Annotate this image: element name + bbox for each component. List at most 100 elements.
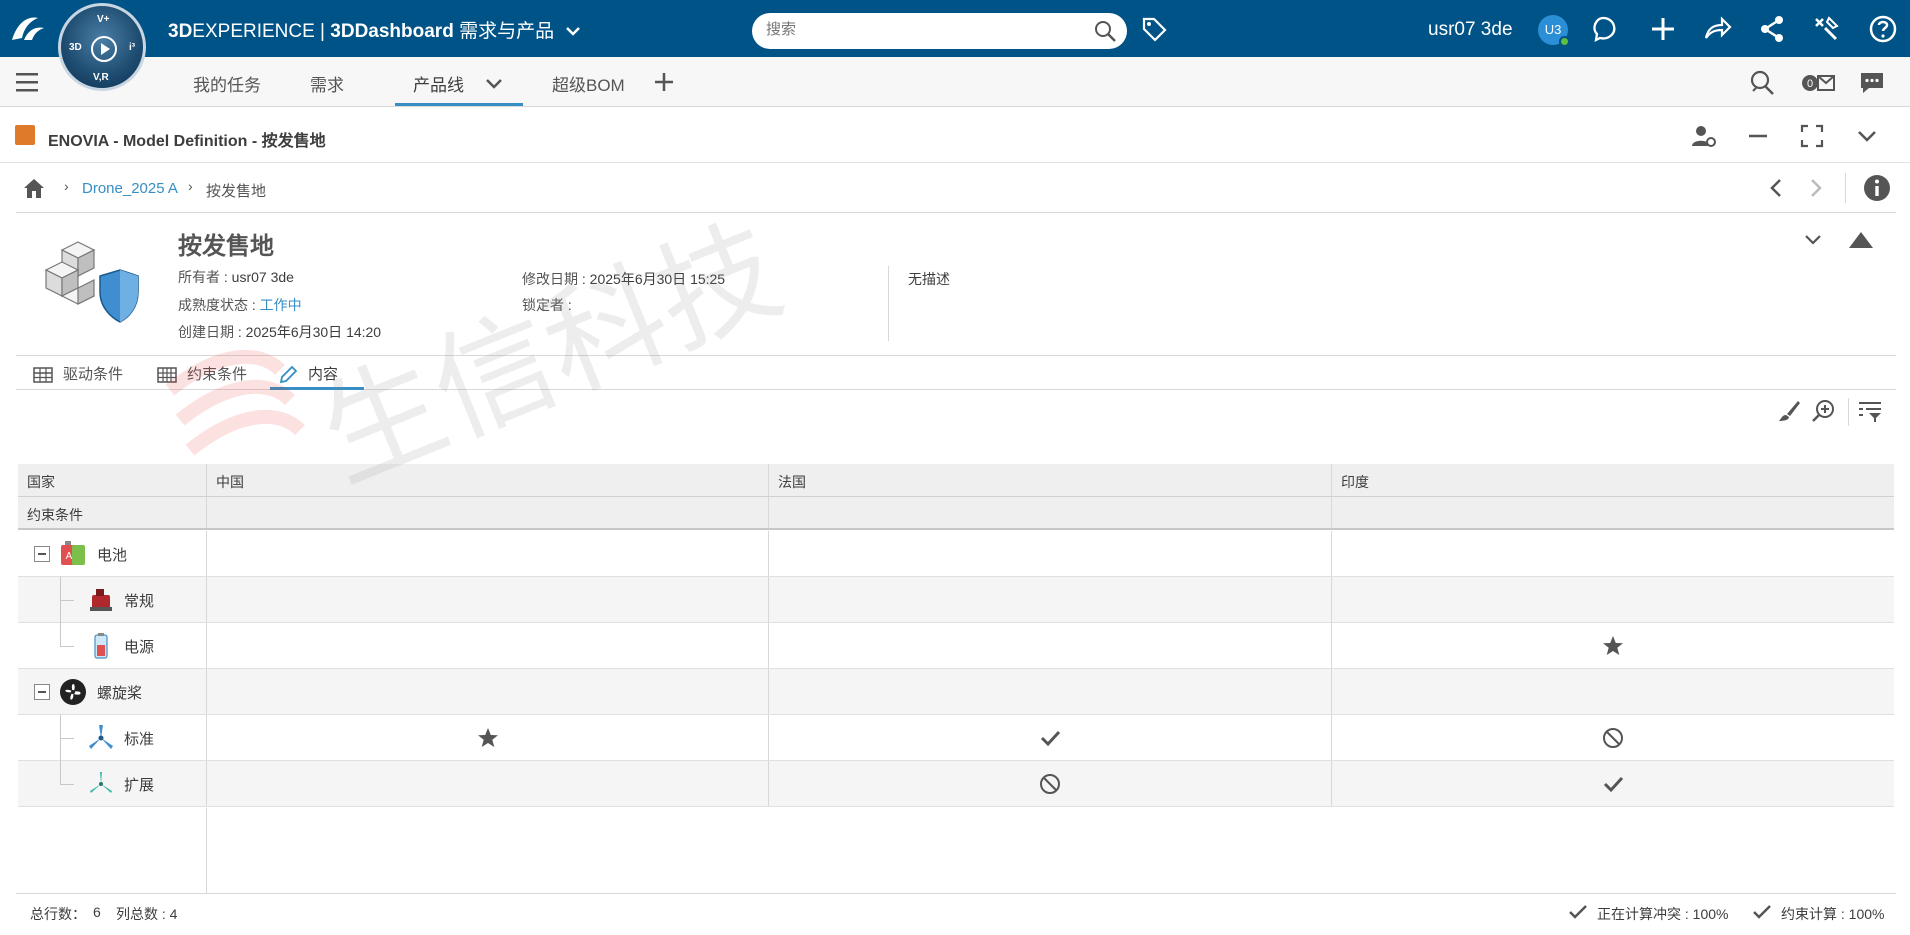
matrix-cell[interactable] [207, 761, 769, 806]
matrix-cell[interactable] [769, 715, 1332, 760]
created-label: 创建日期 [178, 324, 234, 340]
filter-list-icon[interactable] [1857, 398, 1883, 424]
forbidden-icon[interactable] [1039, 773, 1061, 795]
matrix-cell[interactable] [207, 669, 769, 714]
paint-brush-icon[interactable] [1776, 398, 1802, 424]
matrix-cell[interactable] [769, 577, 1332, 622]
matrix-cell[interactable] [207, 531, 769, 576]
breadcrumb-parent-link[interactable]: Drone_2025 A [82, 180, 178, 197]
tag-icon[interactable] [1140, 15, 1168, 43]
home-icon[interactable] [22, 177, 46, 199]
breadcrumb-separator-icon: › [64, 178, 69, 194]
subtab-drivers-label: 驱动条件 [63, 366, 124, 383]
forbidden-icon[interactable] [1602, 727, 1624, 749]
user-settings-icon[interactable] [1690, 122, 1718, 150]
avatar-initials: U3 [1544, 22, 1562, 37]
subtab-constraints[interactable]: 约束条件 [157, 363, 247, 384]
column-header-france[interactable]: 法国 [769, 464, 1332, 496]
compass-widget[interactable]: V+ 3D i³ V,R [58, 3, 146, 91]
column-header-china[interactable]: 中国 [207, 464, 769, 496]
add-icon[interactable] [1648, 14, 1678, 44]
tab-super-bom[interactable]: 超级BOM [552, 71, 625, 96]
tab-chevron-down-icon[interactable] [482, 71, 506, 95]
matrix-cell[interactable] [207, 715, 769, 760]
play-icon[interactable] [91, 36, 117, 62]
previous-icon[interactable] [1764, 175, 1790, 201]
created-field: 创建日期 : 2025年6月30日 14:20 [178, 324, 382, 340]
avatar[interactable]: U3 [1538, 15, 1570, 47]
star-icon[interactable] [477, 727, 499, 749]
matrix-cell[interactable] [1332, 669, 1894, 714]
collaboration-icon[interactable] [1590, 14, 1620, 44]
search-input[interactable] [766, 21, 1066, 38]
check-icon[interactable] [1602, 773, 1624, 795]
add-tab-icon[interactable] [650, 68, 678, 96]
column-header-label: 法国 [778, 474, 806, 490]
minimize-icon[interactable] [1744, 122, 1772, 150]
expand-header-chevron-icon[interactable] [1800, 226, 1826, 252]
search-history-icon[interactable] [1748, 69, 1776, 97]
matrix-cell[interactable] [769, 623, 1332, 668]
table-row[interactable]: 扩展 [18, 761, 1894, 807]
check-icon [1569, 905, 1587, 919]
zoom-in-icon[interactable] [1811, 398, 1837, 424]
table-row[interactable]: 螺旋桨 [18, 669, 1894, 715]
total-rows-value: 6 [93, 904, 101, 920]
chat-icon[interactable] [1858, 69, 1886, 97]
tree-connector [60, 738, 74, 739]
tab-requirements[interactable]: 需求 [310, 71, 344, 96]
table-row[interactable]: 电源 [18, 623, 1894, 669]
column-header-india[interactable]: 印度 [1332, 464, 1894, 496]
star-icon[interactable] [1602, 635, 1624, 657]
next-icon[interactable] [1802, 175, 1828, 201]
network-share-icon[interactable] [1757, 14, 1787, 44]
widget-menu-chevron-icon[interactable] [1853, 122, 1881, 150]
matrix-cell[interactable] [1332, 715, 1894, 760]
subtab-drivers[interactable]: 驱动条件 [33, 363, 123, 384]
matrix-cell[interactable] [769, 761, 1332, 806]
compass-right-label: i³ [129, 42, 136, 53]
subtab-content[interactable]: 内容 [278, 363, 338, 385]
collapse-icon[interactable] [34, 546, 50, 562]
collapse-icon[interactable] [34, 684, 50, 700]
matrix-cell[interactable] [1332, 623, 1894, 668]
tab-my-tasks[interactable]: 我的任务 [193, 71, 261, 96]
share-arrow-icon[interactable] [1702, 14, 1732, 44]
row-label-cell: A 电池 [18, 531, 207, 576]
matrix-cell[interactable] [1332, 531, 1894, 576]
grid-status-footer: 总行数： 6 列总数 : 4 正在计算冲突 : 100% 约束计算 : 100% [16, 893, 1896, 929]
object-header: 按发售地 所有者 : usr07 3de 成熟度状态 : 工作中 创建日期 : … [16, 214, 1896, 356]
widget-header: ENOVIA - Model Definition - 按发售地 [0, 108, 1910, 163]
matrix-cell[interactable] [207, 623, 769, 668]
owner-value[interactable]: usr07 3de [232, 269, 294, 285]
dassault-logo-icon[interactable] [8, 12, 48, 46]
tab-product-line[interactable]: 产品线 [413, 71, 464, 96]
matrix-cell[interactable] [1332, 577, 1894, 622]
modified-label: 修改日期 [522, 271, 578, 287]
collapse-header-icon[interactable] [1846, 226, 1876, 252]
matrix-cell[interactable] [1332, 761, 1894, 806]
maturity-value[interactable]: 工作中 [260, 297, 302, 313]
tools-icon[interactable] [1811, 14, 1841, 44]
maximize-icon[interactable] [1798, 122, 1826, 150]
search-icon[interactable] [1093, 19, 1117, 43]
menu-icon[interactable] [16, 72, 38, 92]
check-icon[interactable] [1039, 727, 1061, 749]
object-title: 按发售地 [178, 233, 274, 260]
username[interactable]: usr07 3de [1428, 19, 1513, 41]
notifications-icon[interactable]: 0 [1800, 69, 1838, 97]
table-row[interactable]: A 电池 [18, 531, 1894, 577]
help-icon[interactable] [1868, 14, 1898, 44]
matrix-cell[interactable] [769, 669, 1332, 714]
table-row[interactable]: 标准 [18, 715, 1894, 761]
standard-battery-icon [90, 589, 112, 611]
search-box[interactable] [752, 13, 1127, 49]
matrix-cell[interactable] [769, 531, 1332, 576]
owner-label: 所有者 [178, 269, 220, 285]
table-row[interactable]: 常规 [18, 577, 1894, 623]
matrix-cell[interactable] [207, 577, 769, 622]
info-icon[interactable] [1862, 173, 1892, 203]
platform-brand[interactable]: 3DEXPERIENCE | 3DDashboard 需求与产品 [168, 16, 581, 43]
compass-top-label: V+ [97, 14, 110, 25]
chevron-down-icon[interactable] [565, 25, 581, 37]
